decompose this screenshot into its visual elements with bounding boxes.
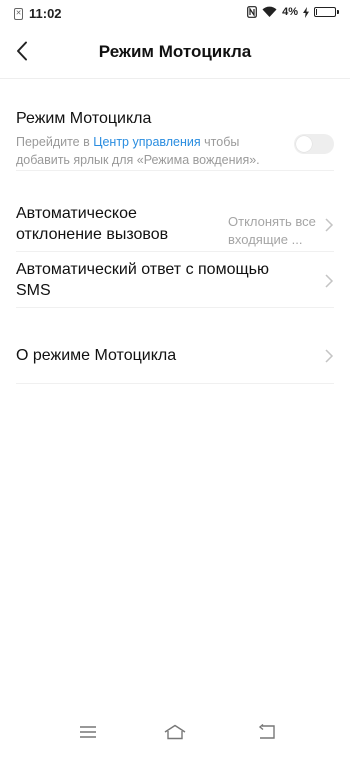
motorcycle-mode-toggle[interactable]	[294, 134, 334, 154]
control-center-link[interactable]: Центр управления	[93, 135, 200, 149]
nfc-icon	[247, 6, 257, 18]
description-prefix: Перейдите в	[16, 135, 94, 149]
motorcycle-mode-title: Режим Мотоцикла	[16, 110, 152, 127]
auto-reply-sms-row[interactable]: Автоматический ответ с помощью SMS	[16, 259, 334, 308]
about-row[interactable]: О режиме Мотоцикла	[16, 345, 334, 384]
battery-percent: 4%	[282, 6, 298, 18]
sim-icon: ✕	[14, 7, 23, 20]
menu-icon	[79, 725, 97, 744]
motorcycle-mode-description: Перейдите в Центр управления чтобы добав…	[16, 133, 291, 169]
home-icon	[164, 724, 186, 745]
wifi-icon	[262, 6, 277, 18]
status-time: 11:02	[29, 6, 62, 21]
auto-reply-title: Автоматический ответ с помощью SMS	[16, 261, 269, 299]
about-title: О режиме Мотоцикла	[16, 347, 177, 364]
status-left: ✕ 11:02	[14, 6, 62, 21]
motorcycle-mode-row: Режим Мотоцикла Перейдите в Центр управл…	[16, 108, 334, 171]
auto-reject-title: Автоматическое отклонение вызовов	[16, 205, 169, 243]
page-title: Режим Мотоцикла	[98, 42, 252, 61]
menu-button[interactable]	[76, 724, 100, 744]
home-button[interactable]	[163, 724, 187, 744]
navigation-bar	[0, 710, 350, 758]
battery-icon	[314, 7, 339, 17]
charging-icon	[303, 6, 309, 18]
battery-level	[316, 9, 317, 15]
status-right: 4%	[247, 6, 339, 18]
toggle-knob	[296, 136, 312, 152]
back-icon	[257, 723, 275, 745]
chevron-right-icon	[324, 274, 334, 288]
app-header: Режим Мотоцикла	[0, 28, 350, 79]
status-bar: ✕ 11:02 4%	[0, 0, 350, 28]
chevron-right-icon	[324, 349, 334, 363]
chevron-right-icon	[324, 218, 334, 232]
auto-reject-value: Отклонять все входящие ...	[228, 214, 316, 247]
nav-back-button[interactable]	[254, 723, 278, 745]
auto-reject-calls-row[interactable]: Автоматическое отклонение вызовов Отклон…	[16, 203, 334, 252]
